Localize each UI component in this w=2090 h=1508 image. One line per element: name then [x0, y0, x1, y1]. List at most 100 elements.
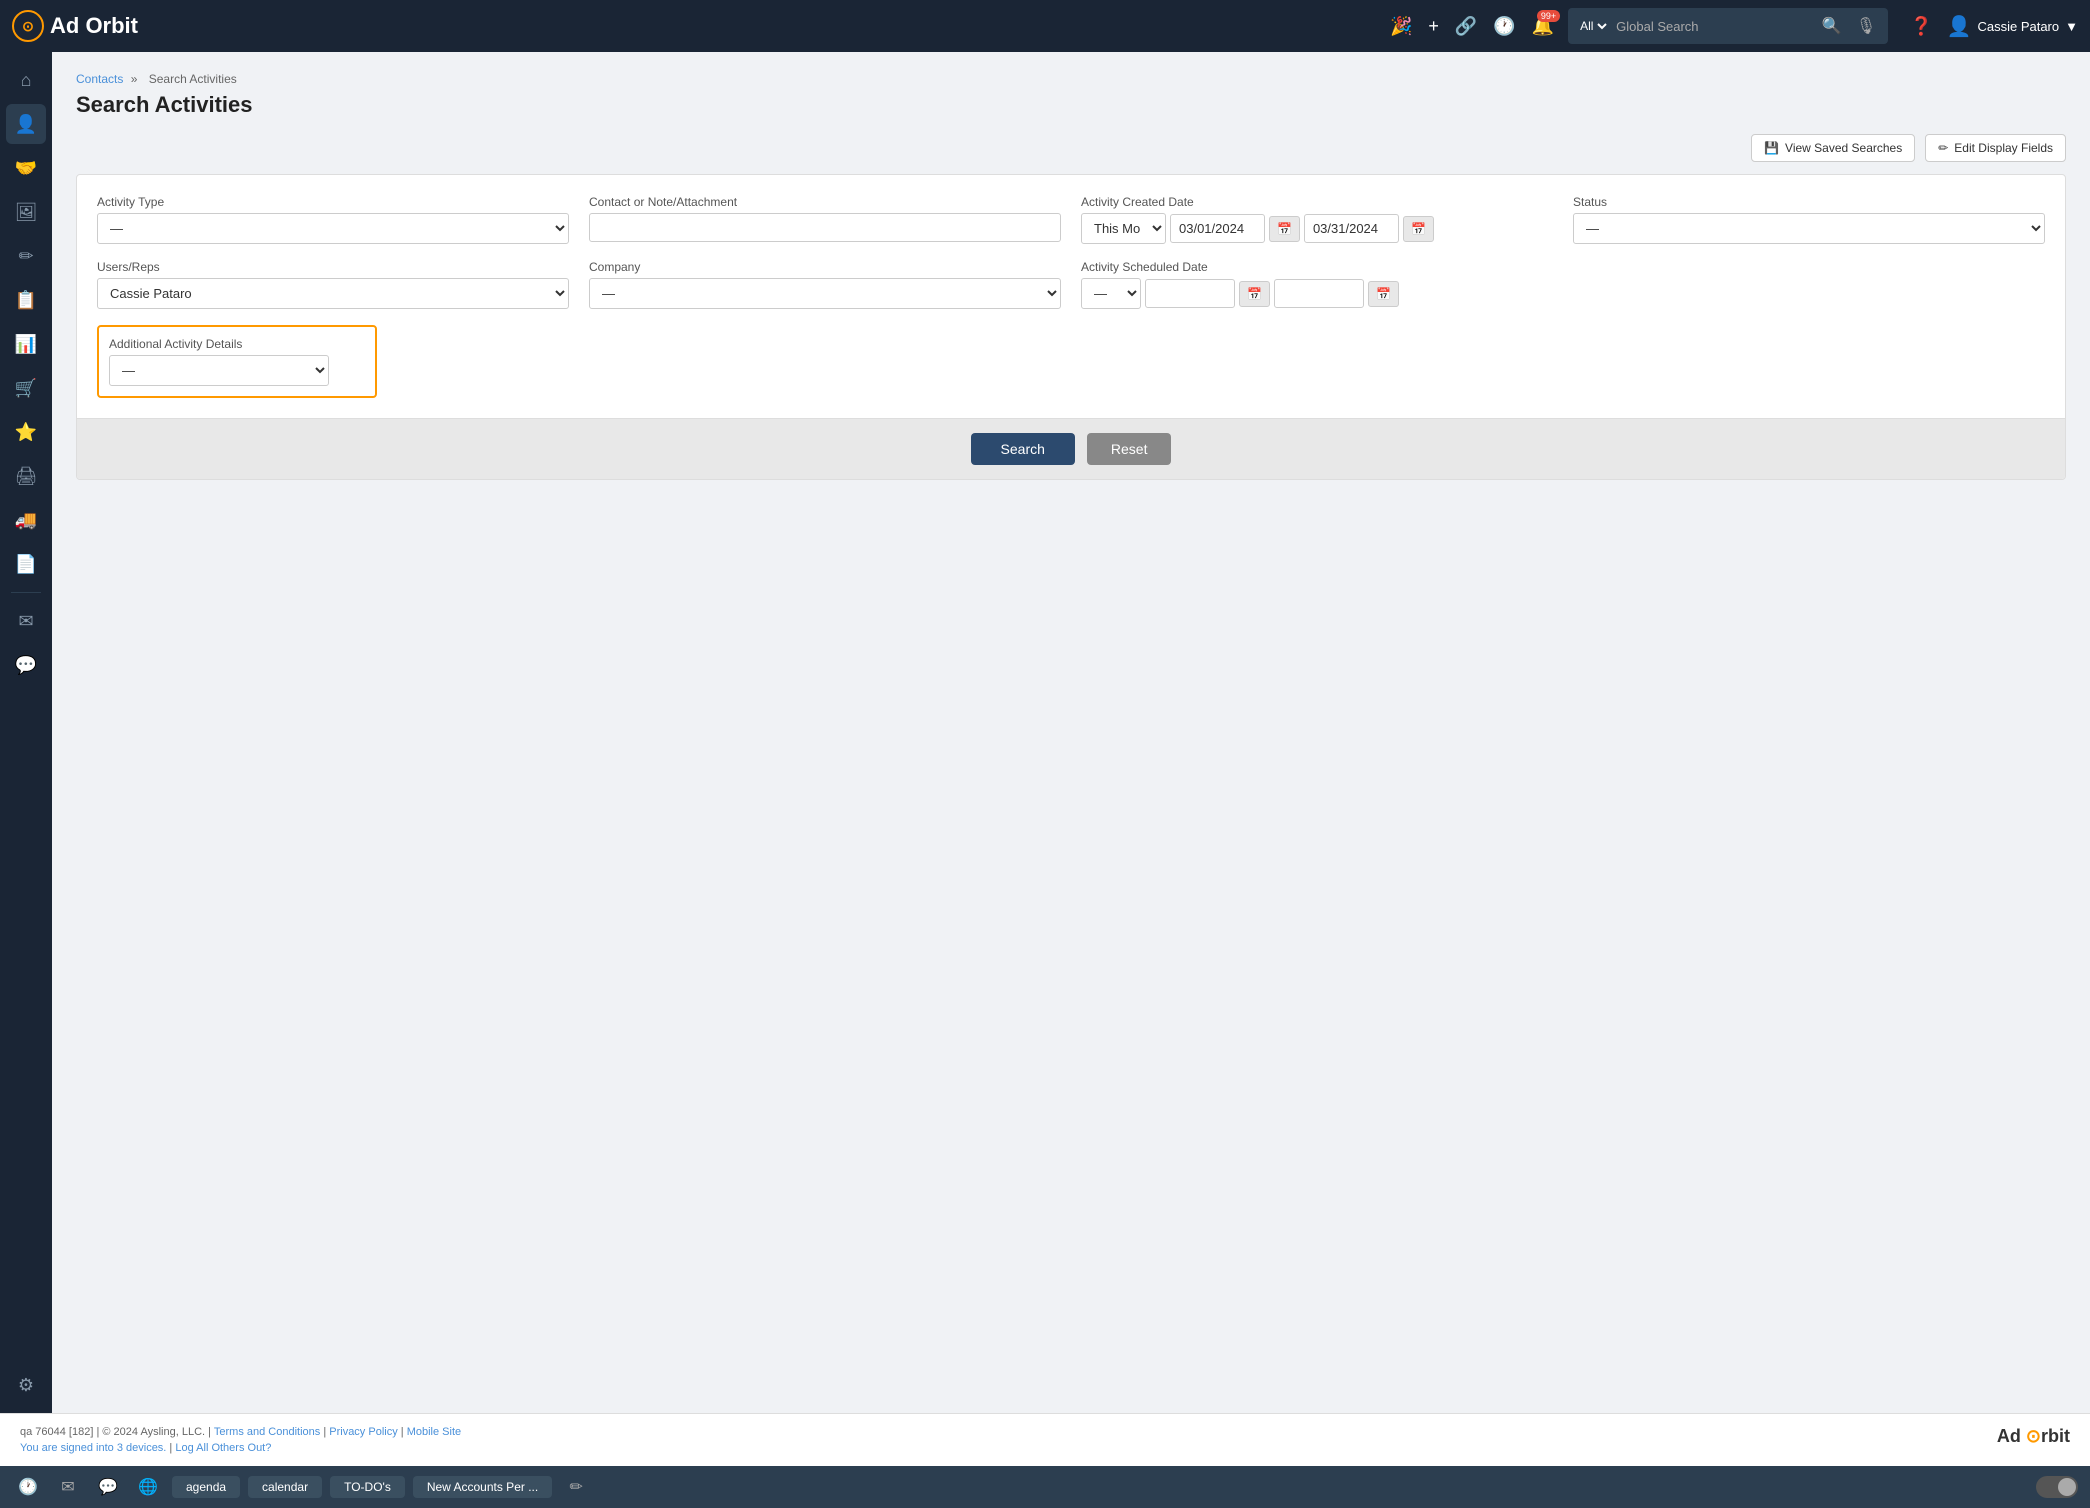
- activity-scheduled-date-label: Activity Scheduled Date: [1081, 260, 1553, 274]
- sidebar-item-home[interactable]: ⌂: [6, 60, 46, 100]
- status-group: Status —: [1573, 195, 2045, 244]
- taskbar-tab-todos[interactable]: TO-DO's: [330, 1476, 405, 1498]
- footer-line-2: You are signed into 3 devices. | Log All…: [20, 1442, 2070, 1454]
- activity-scheduled-start-calendar-button[interactable]: 📅: [1239, 281, 1270, 307]
- user-avatar-icon: 👤: [1947, 14, 1972, 39]
- sidebar-item-orders[interactable]: 📋: [6, 280, 46, 320]
- mic-icon[interactable]: 🎙: [1852, 12, 1880, 40]
- user-chevron-icon: ▼: [2065, 19, 2078, 34]
- contact-note-group: Contact or Note/Attachment: [589, 195, 1061, 244]
- sidebar-item-favorites[interactable]: ⭐: [6, 412, 46, 452]
- sidebar-item-print[interactable]: 🖨: [6, 456, 46, 496]
- activity-scheduled-start-input[interactable]: [1145, 279, 1235, 308]
- search-filter-select[interactable]: All: [1576, 18, 1610, 34]
- form-row-2: Users/Reps Cassie Pataro Company —: [97, 260, 2045, 309]
- contact-note-label: Contact or Note/Attachment: [589, 195, 1061, 209]
- global-search-area: All 🔍 🎙: [1568, 8, 1888, 44]
- footer-signed-in-link[interactable]: You are signed into 3 devices.: [20, 1442, 166, 1454]
- taskbar-tab-agenda[interactable]: agenda: [172, 1476, 240, 1498]
- users-reps-group: Users/Reps Cassie Pataro: [97, 260, 569, 309]
- search-button[interactable]: Search: [971, 433, 1075, 465]
- company-label: Company: [589, 260, 1061, 274]
- breadcrumb-current: Search Activities: [149, 72, 237, 86]
- view-saved-searches-button[interactable]: 💾 View Saved Searches: [1751, 134, 1915, 162]
- footer: Ad ⊙rbit qa 76044 [182] | © 2024 Aysling…: [0, 1413, 2090, 1466]
- status-label: Status: [1573, 195, 2045, 209]
- sidebar-item-document[interactable]: 📄: [6, 544, 46, 584]
- breadcrumb-separator: »: [131, 72, 138, 86]
- status-select[interactable]: —: [1573, 213, 2045, 244]
- taskbar-apps-icon[interactable]: 🌐: [132, 1471, 164, 1503]
- link-icon[interactable]: 🔗: [1451, 12, 1481, 41]
- sidebar-item-messages[interactable]: 💬: [6, 645, 46, 685]
- history-icon[interactable]: 🕐: [1489, 12, 1519, 41]
- activity-scheduled-end-input[interactable]: [1274, 279, 1364, 308]
- taskbar-tab-new-accounts[interactable]: New Accounts Per ...: [413, 1476, 552, 1498]
- taskbar-edit-icon[interactable]: ✏: [560, 1471, 592, 1503]
- activity-created-preset-select[interactable]: This Mo: [1081, 213, 1166, 244]
- sidebar-item-deals[interactable]: 🤝: [6, 148, 46, 188]
- users-reps-select[interactable]: Cassie Pataro: [97, 278, 569, 309]
- sidebar-divider: [11, 592, 41, 593]
- help-icon[interactable]: ❓: [1906, 12, 1936, 41]
- search-form-inner: Activity Type — Contact or Note/Attachme…: [77, 175, 2065, 418]
- contact-note-input[interactable]: [589, 213, 1061, 242]
- footer-mobile-link[interactable]: Mobile Site: [407, 1426, 461, 1438]
- page-title: Search Activities: [76, 92, 2066, 118]
- view-saved-label: View Saved Searches: [1785, 141, 1902, 155]
- notification-badge: 99+: [1537, 10, 1560, 22]
- users-reps-label: Users/Reps: [97, 260, 569, 274]
- taskbar-mail-icon[interactable]: ✉: [52, 1471, 84, 1503]
- additional-activity-details-section: Additional Activity Details —: [97, 325, 377, 398]
- view-saved-icon: 💾: [1764, 141, 1779, 155]
- sidebar-item-contacts[interactable]: 👤: [6, 104, 46, 144]
- toolbar: 💾 View Saved Searches ✏ Edit Display Fie…: [76, 134, 2066, 162]
- activity-scheduled-preset-select[interactable]: —: [1081, 278, 1141, 309]
- search-submit-icon[interactable]: 🔍: [1818, 12, 1846, 40]
- user-menu[interactable]: 👤 Cassie Pataro ▼: [1947, 14, 2078, 39]
- sidebar-item-cart[interactable]: 🛒: [6, 368, 46, 408]
- activity-scheduled-end-calendar-button[interactable]: 📅: [1368, 281, 1399, 307]
- activity-created-date-group: Activity Created Date This Mo 📅 📅: [1081, 195, 1553, 244]
- sidebar-item-edit[interactable]: ✏: [6, 236, 46, 276]
- sidebar-item-mail[interactable]: ✉: [6, 601, 46, 641]
- sidebar-item-media[interactable]: 🖼: [6, 192, 46, 232]
- taskbar-chat-icon[interactable]: 💬: [92, 1471, 124, 1503]
- app-body: ⌂ 👤 🤝 🖼 ✏ 📋 📊 🛒 ⭐ 🖨 🚚 📄 ✉ 💬 ⚙ Contacts »…: [0, 52, 2090, 1413]
- footer-terms-link[interactable]: Terms and Conditions: [214, 1426, 320, 1438]
- bottom-taskbar: 🕐 ✉ 💬 🌐 agenda calendar TO-DO's New Acco…: [0, 1466, 2090, 1508]
- edit-display-fields-button[interactable]: ✏ Edit Display Fields: [1925, 134, 2066, 162]
- activity-created-date-range: This Mo 📅 📅: [1081, 213, 1553, 244]
- global-search-input[interactable]: [1616, 19, 1812, 34]
- footer-privacy-link[interactable]: Privacy Policy: [329, 1426, 397, 1438]
- company-group: Company —: [589, 260, 1061, 309]
- activity-created-end-calendar-button[interactable]: 📅: [1403, 216, 1434, 242]
- taskbar-toggle[interactable]: [2036, 1476, 2078, 1498]
- reset-button[interactable]: Reset: [1087, 433, 1172, 465]
- search-form-card: Activity Type — Contact or Note/Attachme…: [76, 174, 2066, 480]
- activity-type-select[interactable]: —: [97, 213, 569, 244]
- toggle-knob: [2058, 1478, 2076, 1496]
- sidebar-item-reports[interactable]: 📊: [6, 324, 46, 364]
- activity-scheduled-date-group: Activity Scheduled Date — 📅 📅: [1081, 260, 1553, 309]
- activity-created-start-input[interactable]: [1170, 214, 1265, 243]
- app-logo: ⊙ Ad Orbit: [12, 10, 138, 42]
- activity-created-end-input[interactable]: [1304, 214, 1399, 243]
- nav-icons: 🎉 + 🔗 🕐 🔔 99+: [1386, 12, 1558, 41]
- celebrate-icon[interactable]: 🎉: [1386, 12, 1416, 41]
- additional-activity-select[interactable]: —: [109, 355, 329, 386]
- add-icon[interactable]: +: [1424, 12, 1443, 41]
- taskbar-tab-calendar[interactable]: calendar: [248, 1476, 322, 1498]
- taskbar-clock-icon[interactable]: 🕐: [12, 1471, 44, 1503]
- footer-logout-link[interactable]: Log All Others Out?: [175, 1442, 271, 1454]
- logo-text: Ad Orbit: [50, 13, 138, 39]
- notifications-icon[interactable]: 🔔 99+: [1528, 12, 1558, 41]
- top-navigation: ⊙ Ad Orbit 🎉 + 🔗 🕐 🔔 99+ All 🔍 🎙 ❓ 👤 Cas…: [0, 0, 2090, 52]
- sidebar: ⌂ 👤 🤝 🖼 ✏ 📋 📊 🛒 ⭐ 🖨 🚚 📄 ✉ 💬 ⚙: [0, 52, 52, 1413]
- sidebar-item-settings[interactable]: ⚙: [6, 1365, 46, 1405]
- activity-created-start-calendar-button[interactable]: 📅: [1269, 216, 1300, 242]
- breadcrumb-parent[interactable]: Contacts: [76, 72, 123, 86]
- sidebar-item-delivery[interactable]: 🚚: [6, 500, 46, 540]
- company-select[interactable]: —: [589, 278, 1061, 309]
- activity-type-group: Activity Type —: [97, 195, 569, 244]
